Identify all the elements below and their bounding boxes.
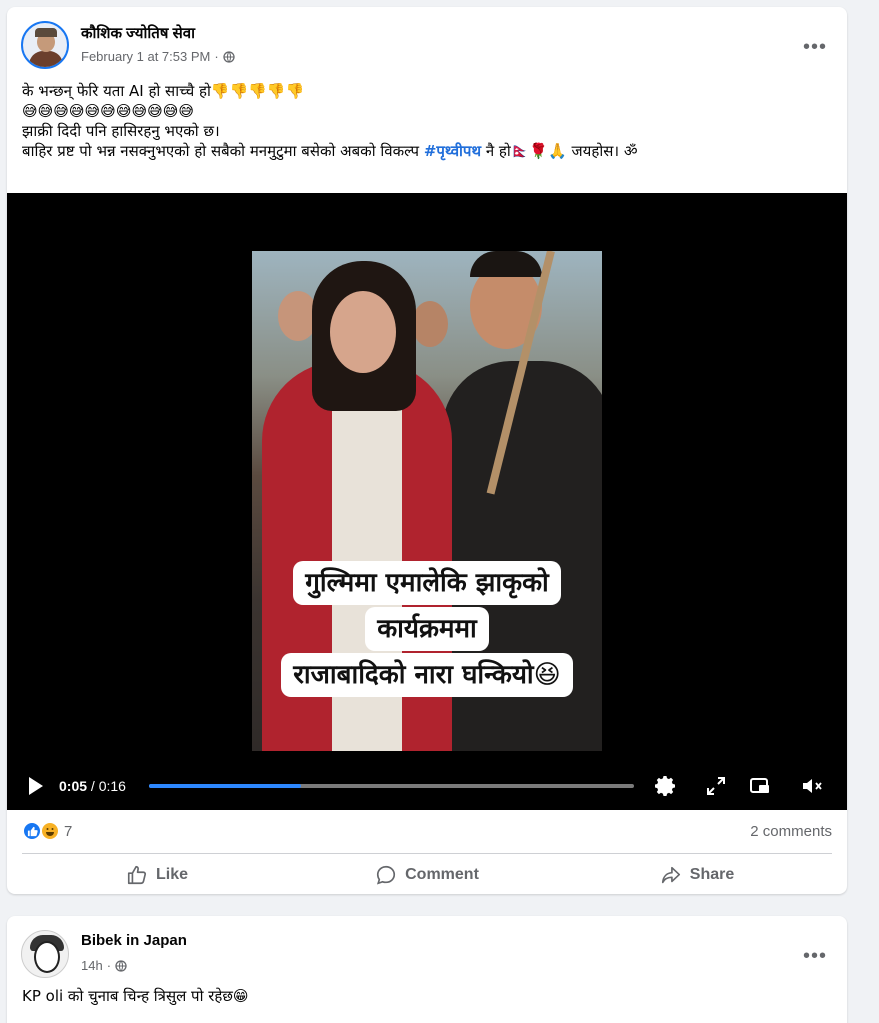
more-options-button[interactable]: ••• — [797, 938, 833, 974]
settings-gear-icon[interactable] — [654, 774, 678, 798]
post-timestamp[interactable]: February 1 at 7:53 PM — [81, 49, 210, 64]
post-card: Bibek in Japan 14h · ••• KP oli को चुनाब… — [7, 916, 847, 1023]
video-caption-line: राजाबादिको नारा घन्कियो😆 — [281, 653, 573, 697]
author-name[interactable]: कौशिक ज्योतिष सेवा — [81, 23, 195, 43]
post-actions: Like Comment Share — [22, 853, 832, 889]
post-text-line: KP oli को चुनाब चिन्ह त्रिसुल पो रहेछ😁 — [22, 987, 249, 1005]
comment-bubble-icon — [377, 865, 396, 885]
fullscreen-expand-icon[interactable] — [704, 774, 728, 798]
author-avatar[interactable] — [21, 21, 69, 69]
current-time: 0:05 — [59, 778, 88, 794]
post-text-line: बाहिर प्रष्ट पो भन्न नसक्नुभएको हो सबैको… — [22, 141, 832, 161]
reactions-count: 7 — [64, 822, 73, 840]
more-options-button[interactable]: ••• — [797, 29, 833, 65]
share-label: Share — [689, 865, 735, 883]
video-caption-line: गुल्मिमा एमालेकि झाकृको — [293, 561, 561, 605]
post-meta: February 1 at 7:53 PM · — [81, 49, 235, 64]
progress-bar[interactable] — [149, 784, 634, 788]
video-controls: 0:05 / 0:16 — [7, 768, 847, 804]
haha-reaction-icon — [40, 821, 60, 841]
post-text-line: के भन्छन् फेरि यता AI हो साच्चै हो👎👎👎👎👎 — [22, 82, 305, 100]
author-avatar[interactable] — [21, 930, 69, 978]
play-icon[interactable] — [27, 775, 45, 797]
comments-count-link[interactable]: 2 comments — [750, 823, 832, 840]
post-header: Bibek in Japan 14h · ••• — [7, 916, 847, 986]
post-text-line: 😅😅😅😅😅😅😅😅😅😅😅 — [22, 102, 195, 120]
share-button[interactable]: Share — [562, 854, 832, 889]
like-label: Like — [155, 865, 188, 883]
globe-icon — [223, 50, 235, 63]
video-player[interactable]: गुल्मिमा एमालेकि झाकृको कार्यक्रममा राजा… — [7, 193, 847, 810]
thumbs-up-icon — [127, 865, 147, 884]
post-header: कौशिक ज्योतिष सेवा February 1 at 7:53 PM… — [7, 7, 847, 77]
post-meta: 14h · — [81, 958, 127, 973]
reactions-summary[interactable]: 7 — [22, 821, 72, 841]
post-timestamp[interactable]: 14h — [81, 958, 103, 973]
duration: / 0:16 — [90, 778, 126, 794]
like-reaction-icon — [22, 821, 42, 841]
post-text-segment: बाहिर प्रष्ट पो भन्न नसक्नुभएको हो सबैको… — [22, 142, 424, 160]
video-caption-line: कार्यक्रममा — [365, 607, 489, 651]
volume-muted-icon[interactable] — [800, 774, 824, 798]
post-text: KP oli को चुनाब चिन्ह त्रिसुल पो रहेछ😁 — [7, 986, 847, 1006]
post-text-line: झाक्री दिदी पनि हासिरहनु भएको छ। — [22, 122, 220, 140]
post-text-segment: नै हो🇳🇵🌹🙏 जयहोस। ॐ — [481, 142, 638, 160]
globe-icon — [115, 959, 127, 972]
comment-label: Comment — [405, 865, 479, 883]
author-name[interactable]: Bibek in Japan — [81, 932, 187, 949]
hashtag-link[interactable]: #पृथ्वीपथ — [424, 142, 481, 160]
comment-button[interactable]: Comment — [292, 854, 562, 889]
video-time: 0:05 / 0:16 — [59, 778, 126, 794]
progress-fill — [149, 784, 301, 788]
post-card: कौशिक ज्योतिष सेवा February 1 at 7:53 PM… — [7, 7, 847, 894]
picture-in-picture-icon[interactable] — [748, 774, 772, 798]
share-arrow-icon — [661, 866, 680, 883]
like-button[interactable]: Like — [22, 854, 292, 889]
